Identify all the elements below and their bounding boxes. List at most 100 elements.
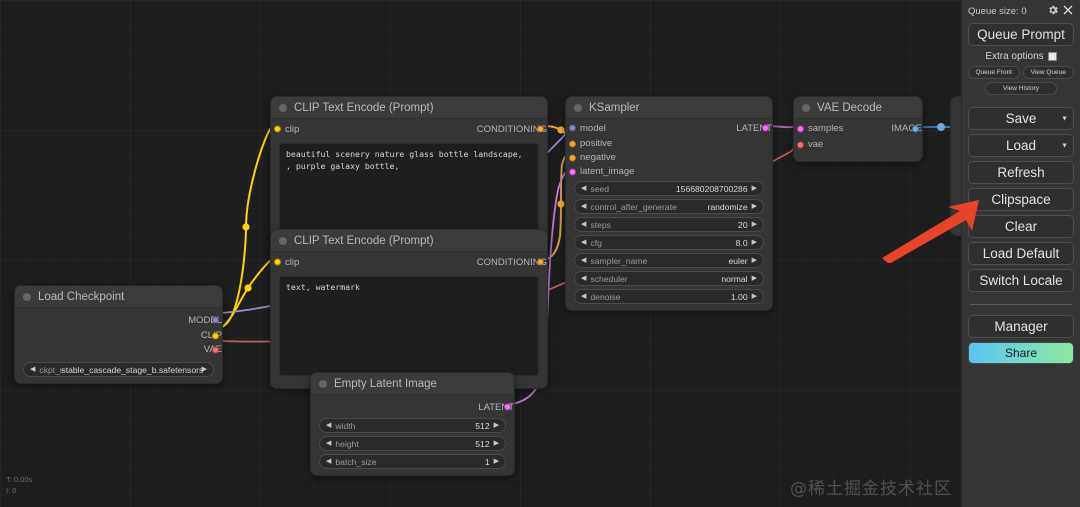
node-title-bar[interactable]: VAE Decode (794, 97, 922, 119)
queue-front-button[interactable]: Queue Front (968, 66, 1020, 79)
conditioning-output-dot-icon[interactable] (537, 125, 544, 133)
node-title-bar[interactable]: CLIP Text Encode (Prompt) (271, 230, 547, 252)
vae-output-dot-icon[interactable] (212, 346, 219, 353)
widget-height[interactable]: ◀ height 512 ▶ (319, 436, 506, 451)
widget-steps[interactable]: ◀ steps 20 ▶ (574, 217, 764, 232)
widget-label: scheduler (590, 273, 628, 284)
node-title-label: KSampler (589, 101, 640, 114)
increment-arrow-icon[interactable]: ▶ (752, 221, 757, 228)
extra-options-row[interactable]: Extra options (968, 51, 1074, 62)
prompt-textarea-negative[interactable]: text, watermark (279, 276, 539, 376)
widget-control-after-generate[interactable]: ◀ control_after_generate randomize ▶ (574, 199, 764, 214)
widget-seed[interactable]: ◀ seed 156680208700286 ▶ (574, 181, 764, 196)
refresh-button[interactable]: Refresh (968, 161, 1074, 184)
positive-input-dot-icon[interactable] (569, 140, 576, 147)
clip-input-dot-icon[interactable] (274, 125, 281, 133)
decrement-arrow-icon[interactable]: ◀ (581, 257, 586, 264)
gear-icon[interactable] (1047, 4, 1059, 19)
widget-scheduler[interactable]: ◀ scheduler normal ▶ (574, 271, 764, 286)
share-button[interactable]: Share (968, 342, 1074, 364)
widget-label: batch_size (335, 456, 377, 467)
node-title-bar[interactable]: KSampler (566, 97, 772, 119)
increment-arrow-icon[interactable]: ▶ (752, 185, 757, 192)
decrement-arrow-icon[interactable]: ◀ (326, 458, 331, 465)
node-vae-decode[interactable]: VAE Decode samples IMAGE vae (793, 96, 923, 162)
decrement-arrow-icon[interactable]: ◀ (326, 422, 331, 429)
load-default-button[interactable]: Load Default (968, 242, 1074, 265)
negative-input-dot-icon[interactable] (569, 154, 576, 161)
node-empty-latent-image[interactable]: Empty Latent Image LATENT ◀ width 512 ▶ … (310, 372, 515, 476)
decrement-arrow-icon[interactable]: ◀ (581, 275, 586, 282)
extra-options-label: Extra options (985, 51, 1044, 62)
latent-image-input-dot-icon[interactable] (569, 168, 576, 175)
collapse-dot-icon[interactable] (574, 103, 582, 112)
vae-input-dot-icon[interactable] (797, 141, 804, 148)
widget-denoise[interactable]: ◀ denoise 1.00 ▶ (574, 289, 764, 304)
increment-arrow-icon[interactable]: ▶ (494, 440, 499, 447)
clear-button[interactable]: Clear (968, 215, 1074, 238)
clip-input-dot-icon[interactable] (274, 258, 281, 266)
load-button[interactable]: Load ▼ (968, 134, 1074, 157)
widget-sampler-name[interactable]: ◀ sampler_name euler ▶ (574, 253, 764, 268)
clip-output-dot-icon[interactable] (212, 332, 219, 339)
collapse-dot-icon[interactable] (279, 236, 287, 245)
queue-size-label: Queue size: 0 (968, 5, 1027, 17)
widget-width[interactable]: ◀ width 512 ▶ (319, 418, 506, 433)
node-load-checkpoint[interactable]: Load Checkpoint MODEL CLIP VAE ◀ ckp (14, 285, 223, 384)
extra-options-checkbox[interactable] (1047, 52, 1057, 61)
latent-output-dot-icon[interactable] (762, 124, 769, 132)
node-ksampler[interactable]: KSampler model LATENT positive negative … (565, 96, 773, 311)
slot-row: model LATENT (566, 120, 772, 136)
widget-cfg[interactable]: ◀ cfg 8.0 ▶ (574, 235, 764, 250)
view-queue-button[interactable]: View Queue (1022, 66, 1074, 79)
view-history-button[interactable]: View History (985, 82, 1057, 95)
node-clip-text-encode-negative[interactable]: CLIP Text Encode (Prompt) clip CONDITION… (270, 229, 548, 389)
widget-value: euler (728, 255, 748, 266)
save-button[interactable]: Save ▼ (968, 107, 1074, 130)
comfy-menu-panel[interactable]: Queue size: 0 Queue Prompt Extra options… (961, 0, 1080, 507)
decrement-arrow-icon[interactable]: ◀ (30, 366, 35, 373)
decrement-arrow-icon[interactable]: ◀ (581, 221, 586, 228)
model-output-dot-icon[interactable] (212, 316, 219, 324)
increment-arrow-icon[interactable]: ▶ (752, 275, 757, 282)
widget-value: 8.0 (735, 237, 748, 248)
decrement-arrow-icon[interactable]: ◀ (581, 293, 586, 300)
decrement-arrow-icon[interactable]: ◀ (581, 185, 586, 192)
increment-arrow-icon[interactable]: ▶ (494, 458, 499, 465)
node-title-bar[interactable]: Empty Latent Image (311, 373, 514, 395)
slot-row: MODEL (15, 312, 222, 328)
decrement-arrow-icon[interactable]: ◀ (581, 203, 586, 210)
node-title-bar[interactable]: Load Checkpoint (15, 286, 222, 308)
node-title-bar[interactable]: CLIP Text Encode (Prompt) (271, 97, 547, 119)
close-icon[interactable] (1062, 4, 1074, 19)
clipspace-button[interactable]: Clipspace (968, 188, 1074, 211)
widget-label: width (335, 420, 356, 431)
increment-arrow-icon[interactable]: ▶ (752, 257, 757, 264)
increment-arrow-icon[interactable]: ▶ (752, 203, 757, 210)
comfyui-canvas[interactable]: CLIP Text Encode (Prompt) clip CONDITION… (0, 0, 1080, 507)
save-label: Save (1005, 111, 1037, 126)
conditioning-output-dot-icon[interactable] (537, 258, 544, 266)
chevron-down-icon[interactable]: ▼ (1061, 142, 1068, 149)
decrement-arrow-icon[interactable]: ◀ (326, 440, 331, 447)
collapse-dot-icon[interactable] (319, 379, 327, 388)
chevron-down-icon[interactable]: ▼ (1061, 115, 1068, 122)
widget-value: randomize (707, 201, 748, 212)
collapse-dot-icon[interactable] (802, 103, 810, 112)
switch-locale-button[interactable]: Switch Locale (968, 269, 1074, 292)
collapse-dot-icon[interactable] (23, 292, 31, 301)
queue-prompt-button[interactable]: Queue Prompt (968, 23, 1074, 46)
increment-arrow-icon[interactable]: ▶ (752, 239, 757, 246)
latent-output-dot-icon[interactable] (504, 403, 511, 411)
manager-button[interactable]: Manager (968, 315, 1074, 338)
increment-arrow-icon[interactable]: ▶ (494, 422, 499, 429)
node-body: samples IMAGE vae (794, 120, 922, 161)
collapse-dot-icon[interactable] (279, 103, 287, 112)
decrement-arrow-icon[interactable]: ◀ (581, 239, 586, 246)
widget-ckpt-name[interactable]: ◀ ckpt_r stable_cascade_stage_b.safetens… (23, 362, 214, 377)
samples-input-dot-icon[interactable] (797, 125, 804, 132)
increment-arrow-icon[interactable]: ▶ (752, 293, 757, 300)
widget-batch-size[interactable]: ◀ batch_size 1 ▶ (319, 454, 506, 469)
image-output-dot-icon[interactable] (912, 125, 919, 132)
model-input-dot-icon[interactable] (569, 124, 576, 132)
